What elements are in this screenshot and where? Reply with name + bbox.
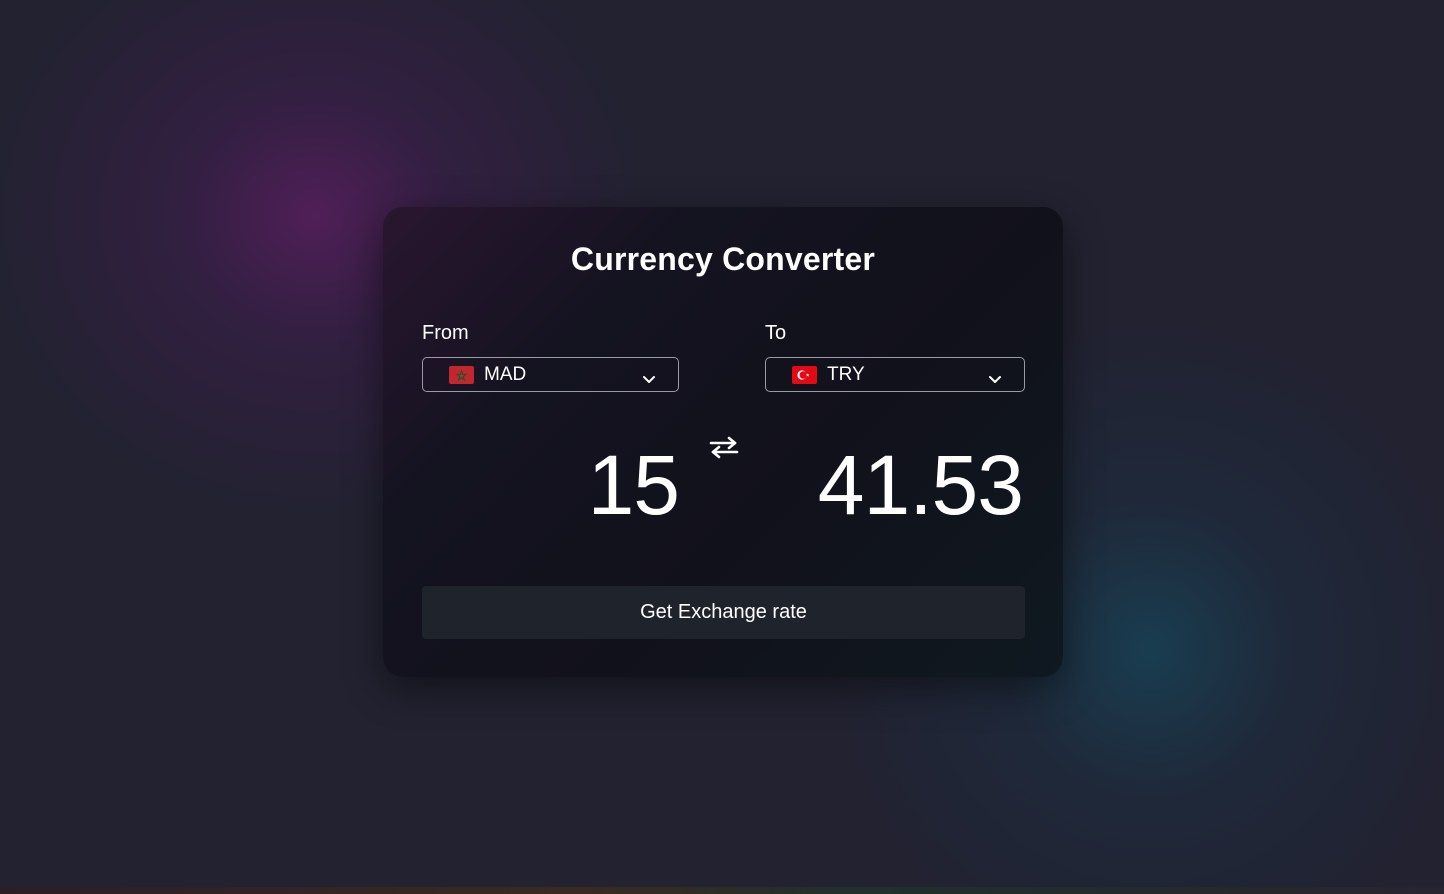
- chevron-down-icon: [988, 369, 1002, 383]
- from-currency-select[interactable]: MAD: [422, 357, 679, 392]
- to-currency-code: TRY: [827, 364, 865, 385]
- turkey-flag-icon: [792, 366, 817, 384]
- converter-card: Currency Converter From To MAD TRY 15 41…: [383, 207, 1063, 677]
- to-amount: 41.53: [817, 438, 1024, 532]
- to-currency-select[interactable]: TRY: [765, 357, 1025, 392]
- page-background: { "app": { "title": "Currency Converter"…: [0, 0, 1444, 894]
- to-label: To: [765, 322, 787, 344]
- taskbar-edge: [0, 887, 1444, 894]
- from-currency-code: MAD: [484, 364, 527, 385]
- from-amount[interactable]: 15: [422, 440, 680, 530]
- page-title: Currency Converter: [570, 241, 876, 277]
- from-label: From: [422, 322, 469, 344]
- get-exchange-rate-button[interactable]: Get Exchange rate: [422, 586, 1025, 639]
- morocco-flag-icon: [449, 366, 474, 384]
- swap-arrows-icon[interactable]: [708, 435, 740, 459]
- chevron-down-icon: [642, 369, 656, 383]
